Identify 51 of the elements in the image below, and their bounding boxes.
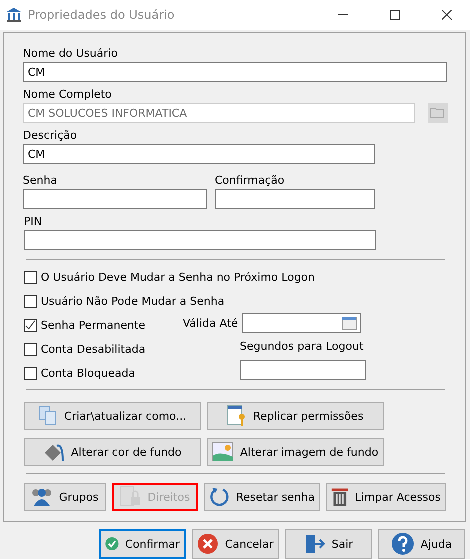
window-title: Propriedades do Usuário xyxy=(28,8,176,22)
checkbox[interactable] xyxy=(24,342,37,356)
checkbox[interactable] xyxy=(24,270,37,284)
help-icon xyxy=(390,532,415,556)
image-icon xyxy=(212,442,234,462)
document-key-icon xyxy=(227,405,248,427)
tool-button[interactable]: Resetar senha xyxy=(204,483,320,511)
date-field[interactable] xyxy=(242,313,362,333)
tool-button[interactable]: Grupos xyxy=(24,483,106,511)
field-label: Segundos para Logout xyxy=(240,340,365,355)
field-label: Confirmação xyxy=(215,174,286,189)
action-button[interactable]: Alterar cor de fundo xyxy=(24,438,201,466)
dialog-button[interactable]: Ajuda xyxy=(378,529,465,559)
input-field[interactable] xyxy=(24,230,376,250)
trash-icon xyxy=(331,486,350,508)
checkbox-label: Conta Bloqueada xyxy=(41,366,136,380)
maximize-icon[interactable] xyxy=(390,10,400,20)
field-label: Nome Completo xyxy=(23,88,113,103)
field-label: Válida Até xyxy=(183,316,238,330)
cancel-icon xyxy=(197,533,220,555)
reset-icon xyxy=(209,485,230,509)
calendar-icon[interactable] xyxy=(342,316,358,330)
bank-building-icon xyxy=(6,7,22,23)
field-label: Nome do Usuário xyxy=(23,47,119,62)
checkbox-label: Usuário Não Pode Mudar a Senha xyxy=(41,294,225,308)
action-button[interactable]: Alterar imagem de fundo xyxy=(207,438,384,466)
close-icon[interactable] xyxy=(442,10,452,20)
field-label: Senha xyxy=(23,174,58,189)
action-button[interactable]: Replicar permissões xyxy=(207,402,384,430)
checkbox[interactable] xyxy=(24,294,37,308)
checkbox-label: Conta Desabilitada xyxy=(41,342,146,356)
input-field[interactable] xyxy=(240,360,366,380)
password-field[interactable] xyxy=(23,189,207,209)
field-label: Descrição xyxy=(23,129,78,144)
checkbox[interactable] xyxy=(24,366,37,380)
password-field[interactable] xyxy=(215,189,375,209)
field-label: PIN xyxy=(24,215,44,230)
checkbox-label: O Usuário Deve Mudar a Senha no Próximo Logon xyxy=(41,270,316,284)
checkbox-label: Senha Permanente xyxy=(41,318,146,332)
checkbox[interactable] xyxy=(24,318,37,332)
document-lock-icon xyxy=(120,486,142,508)
dialog-button[interactable]: Confirmar xyxy=(99,529,186,559)
users-icon xyxy=(31,487,54,507)
documents-icon xyxy=(38,406,58,426)
dialog-button[interactable]: Cancelar xyxy=(192,529,279,559)
tool-button[interactable]: Limpar Acessos xyxy=(326,483,446,511)
exit-door-icon xyxy=(304,533,326,555)
input-field[interactable]: CM xyxy=(23,62,447,82)
action-button[interactable]: Criar\atualizar como... xyxy=(24,402,201,430)
dialog-button[interactable]: Sair xyxy=(285,529,372,559)
input-field[interactable]: CM xyxy=(23,144,375,164)
